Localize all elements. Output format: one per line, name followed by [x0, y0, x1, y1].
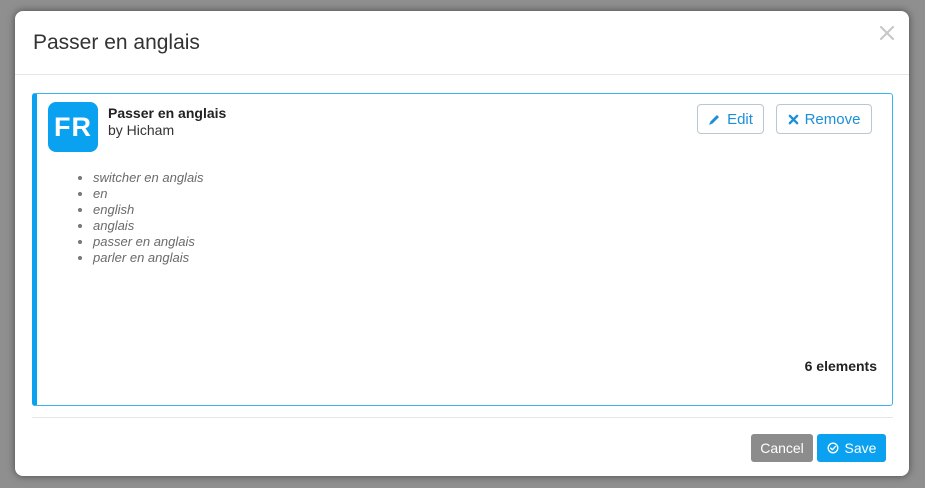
- save-label: Save: [844, 440, 877, 456]
- close-icon: [879, 25, 895, 41]
- edit-label: Edit: [727, 110, 753, 128]
- edit-button[interactable]: Edit: [697, 104, 764, 134]
- list-item: english: [93, 202, 204, 218]
- phrase-list: switcher en anglais en english anglais p…: [77, 170, 204, 266]
- list-item: en: [93, 186, 204, 202]
- language-avatar: FR: [48, 102, 98, 152]
- x-icon: [788, 114, 798, 124]
- remove-button[interactable]: Remove: [776, 104, 872, 134]
- intent-card: FR Passer en anglais by Hicham Edit Remo…: [32, 93, 893, 406]
- dialog-header: Passer en anglais: [15, 11, 909, 75]
- list-item: switcher en anglais: [93, 170, 204, 186]
- close-button[interactable]: [877, 23, 897, 43]
- remove-label: Remove: [804, 110, 861, 128]
- check-circle-icon: [827, 442, 839, 454]
- card-title: Passer en anglais: [108, 105, 227, 121]
- element-count: 6 elements: [804, 358, 877, 374]
- dialog: Passer en anglais FR Passer en anglais b…: [15, 11, 909, 476]
- cancel-button[interactable]: Cancel: [751, 434, 813, 462]
- footer-divider: [32, 417, 893, 418]
- save-button[interactable]: Save: [817, 434, 886, 462]
- dialog-title: Passer en anglais: [33, 31, 200, 54]
- card-author: by Hicham: [108, 122, 175, 138]
- list-item: parler en anglais: [93, 250, 204, 266]
- pencil-icon: [709, 114, 720, 125]
- list-item: anglais: [93, 218, 204, 234]
- list-item: passer en anglais: [93, 234, 204, 250]
